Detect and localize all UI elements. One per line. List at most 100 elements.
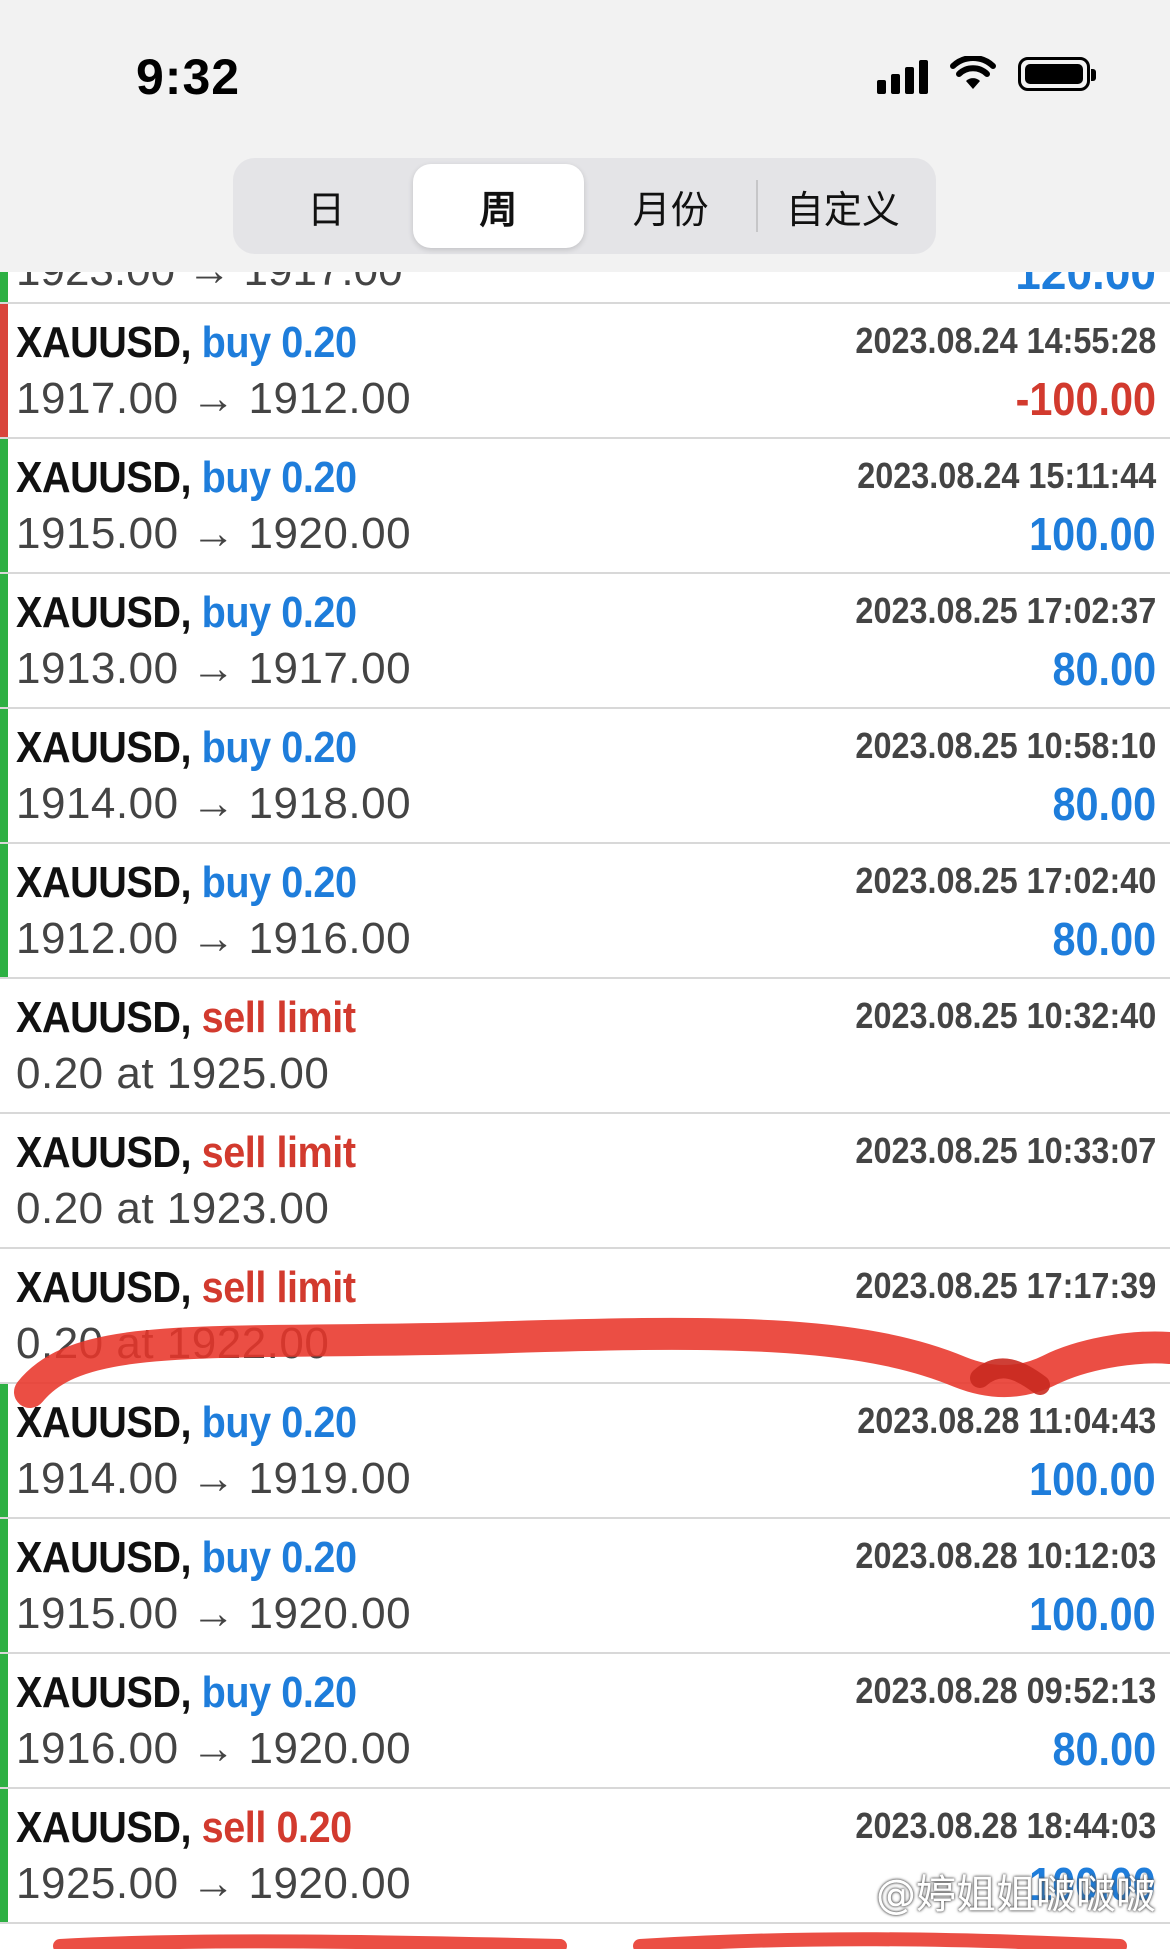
row-profit: 80.00: [1052, 1723, 1156, 1775]
row-symbol: XAUUSD,: [16, 1533, 192, 1582]
row-prices: 1915.00 → 1920.00: [16, 1589, 412, 1638]
period-selector-area: 日 周 月份 自定义: [0, 150, 1170, 272]
row-prices: 1917.00 → 1912.00: [16, 374, 412, 423]
history-row[interactable]: XAUUSD, buy 0.20 1916.00 → 1920.00 2023.08…: [0, 1654, 1170, 1789]
history-row-partial[interactable]: 1923.00 → 1917.00 120.00: [0, 272, 1170, 304]
profit-indicator-bar: [0, 1114, 8, 1247]
profit-indicator-bar: [0, 844, 8, 977]
row-time: 2023.08.25 17:02:40: [855, 860, 1156, 901]
row-time: 2023.08.28 09:52:13: [855, 1670, 1156, 1711]
profit-indicator-bar: [0, 304, 8, 437]
row-prices: 0.20 at 1923.00: [16, 1184, 330, 1233]
row-time: 2023.08.25 17:02:37: [855, 590, 1156, 631]
history-row[interactable]: XAUUSD, buy 0.20 1914.00 → 1918.00 2023.08…: [0, 709, 1170, 844]
row-action: sell limit: [201, 1128, 356, 1177]
row-action: buy 0.20: [201, 588, 357, 637]
row-title: XAUUSD, sell limit: [16, 1263, 356, 1313]
row-symbol: XAUUSD,: [16, 723, 192, 772]
profit-indicator-bar: [0, 1789, 8, 1922]
row-symbol: XAUUSD,: [16, 453, 192, 502]
row-symbol: XAUUSD,: [16, 1398, 192, 1447]
row-prices: 0.20 at 1922.00: [16, 1319, 330, 1368]
row-profit: -100.00: [1015, 373, 1156, 425]
row-symbol: XAUUSD,: [16, 993, 192, 1042]
row-prices: 1925.00 → 1920.00: [16, 1859, 412, 1908]
row-title: XAUUSD, buy 0.20: [16, 1533, 357, 1583]
row-time: 2023.08.28 18:44:03: [855, 1805, 1156, 1846]
history-row[interactable]: XAUUSD, sell limit 0.20 at 1925.00 2023.08…: [0, 979, 1170, 1114]
row-prices: 0.20 at 1925.00: [16, 1049, 330, 1098]
row-action: buy 0.20: [201, 723, 357, 772]
row-action: buy 0.20: [201, 453, 357, 502]
row-action: sell 0.20: [201, 1803, 353, 1852]
row-profit: 100.00: [1029, 508, 1156, 560]
row-prices: 1914.00 → 1919.00: [16, 1454, 412, 1503]
profit-indicator-bar: [0, 574, 8, 707]
row-time: 2023.08.28 10:12:03: [855, 1535, 1156, 1576]
row-title: XAUUSD, buy 0.20: [16, 318, 357, 368]
row-symbol: XAUUSD,: [16, 318, 192, 367]
profit-indicator-bar: [0, 1249, 8, 1382]
row-symbol: XAUUSD,: [16, 1668, 192, 1717]
history-row[interactable]: XAUUSD, sell limit 0.20 at 1923.00 2023.08…: [0, 1114, 1170, 1249]
history-row[interactable]: XAUUSD, buy 0.20 1915.00 → 1920.00 2023.08…: [0, 439, 1170, 574]
profit-indicator-bar: [0, 439, 8, 572]
segment-week[interactable]: 周: [413, 164, 584, 248]
wifi-icon: [950, 56, 996, 89]
history-row[interactable]: XAUUSD, sell limit 0.20 at 1922.00 2023.08…: [0, 1249, 1170, 1384]
row-prices: 1914.00 → 1918.00: [16, 779, 412, 828]
row-symbol: XAUUSD,: [16, 1263, 192, 1312]
row-time: 2023.08.25 10:32:40: [855, 995, 1156, 1036]
row-title: XAUUSD, buy 0.20: [16, 1398, 357, 1448]
row-action: buy 0.20: [201, 858, 357, 907]
row-action: sell limit: [201, 1263, 356, 1312]
row-symbol: XAUUSD,: [16, 588, 192, 637]
row-title: XAUUSD, buy 0.20: [16, 1668, 357, 1718]
row-title: XAUUSD, sell 0.20: [16, 1803, 352, 1853]
row-action: sell limit: [201, 993, 356, 1042]
history-row[interactable]: XAUUSD, buy 0.20 1913.00 → 1917.00 2023.08…: [0, 574, 1170, 709]
profit-indicator-bar: [0, 272, 8, 302]
row-profit: 120.00: [1015, 272, 1156, 299]
row-profit: 80.00: [1052, 643, 1156, 695]
profit-indicator-bar: [0, 1519, 8, 1652]
row-prices: 1913.00 → 1917.00: [16, 644, 412, 693]
row-profit: 80.00: [1052, 778, 1156, 830]
segment-month[interactable]: 月份: [586, 164, 756, 248]
segment-day[interactable]: 日: [241, 164, 411, 248]
period-segmented-control: 日 周 月份 自定义: [233, 158, 936, 254]
history-row[interactable]: XAUUSD, buy 0.20 1912.00 → 1916.00 2023.08…: [0, 844, 1170, 979]
watermark: @婷姐姐啵啵啵: [876, 1872, 1156, 1918]
history-row[interactable]: XAUUSD, buy 0.20 1917.00 → 1912.00 2023.08…: [0, 304, 1170, 439]
row-symbol: XAUUSD,: [16, 858, 192, 907]
row-action: buy 0.20: [201, 1398, 357, 1447]
row-time: 2023.08.24 14:55:28: [855, 320, 1156, 361]
status-icons: [877, 54, 1096, 94]
row-title: XAUUSD, sell limit: [16, 1128, 356, 1178]
row-time: 2023.08.28 11:04:43: [856, 1400, 1156, 1441]
cellular-signal-icon: [877, 54, 928, 94]
row-symbol: XAUUSD,: [16, 1803, 192, 1852]
history-row[interactable]: XAUUSD, buy 0.20 1915.00 → 1920.00 2023.08…: [0, 1519, 1170, 1654]
status-bar: 9:32: [0, 0, 1170, 150]
battery-icon: [1018, 57, 1096, 91]
row-prices: 1916.00 → 1920.00: [16, 1724, 412, 1773]
status-time: 9:32: [136, 49, 241, 105]
row-profit: 100.00: [1029, 1588, 1156, 1640]
row-title: XAUUSD, sell limit: [16, 993, 356, 1043]
row-action: buy 0.20: [201, 1533, 357, 1582]
row-time: 2023.08.25 17:17:39: [855, 1265, 1156, 1306]
profit-indicator-bar: [0, 1384, 8, 1517]
profit-indicator-bar: [0, 709, 8, 842]
row-action: buy 0.20: [201, 318, 357, 367]
row-prices: 1915.00 → 1920.00: [16, 509, 412, 558]
row-profit: 100.00: [1029, 1453, 1156, 1505]
row-profit: 80.00: [1052, 913, 1156, 965]
row-time: 2023.08.24 15:11:44: [856, 455, 1156, 496]
segment-custom[interactable]: 自定义: [758, 164, 928, 248]
row-title: XAUUSD, buy 0.20: [16, 858, 357, 908]
history-row[interactable]: XAUUSD, buy 0.20 1914.00 → 1919.00 2023.08…: [0, 1384, 1170, 1519]
row-prices: 1923.00 → 1917.00: [16, 272, 403, 296]
row-time: 2023.08.25 10:33:07: [855, 1130, 1156, 1171]
profit-indicator-bar: [0, 979, 8, 1112]
